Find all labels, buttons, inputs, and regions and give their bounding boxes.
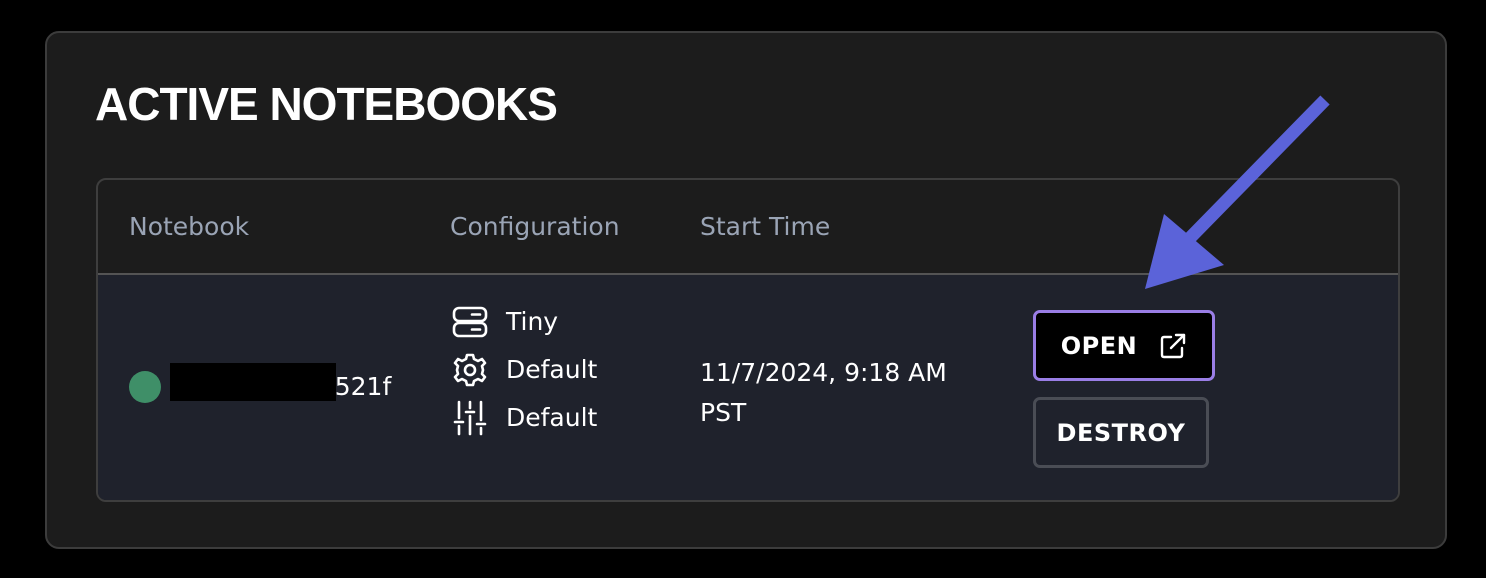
config-label: Tiny xyxy=(506,307,559,336)
config-label: Default xyxy=(506,355,598,384)
table-row: xxxxxxxxxxx521f Tiny xyxy=(98,275,1398,500)
config-environment: Default xyxy=(450,350,597,390)
column-header-notebook: Notebook xyxy=(129,212,250,241)
column-header-start-time: Start Time xyxy=(700,212,831,241)
column-header-configuration: Configuration xyxy=(450,212,620,241)
redaction-box xyxy=(170,363,336,401)
destroy-button[interactable]: DESTROY xyxy=(1033,397,1209,468)
status-indicator xyxy=(129,371,161,403)
annotation-arrow-icon xyxy=(1145,95,1330,289)
config-instance-size: Tiny xyxy=(450,302,558,342)
external-link-icon xyxy=(1161,333,1186,358)
open-button[interactable]: OPEN xyxy=(1033,310,1215,381)
destroy-button-label: DESTROY xyxy=(1056,418,1186,447)
start-time: 11/7/2024, 9:18 AM PST xyxy=(700,358,947,427)
config-label: Default xyxy=(506,403,598,432)
gear-icon xyxy=(453,353,487,387)
page-title: ACTIVE NOTEBOOKS xyxy=(95,78,558,130)
server-icon xyxy=(452,306,488,338)
open-button-label: OPEN xyxy=(1060,331,1138,360)
sliders-icon xyxy=(453,400,487,436)
config-settings: Default xyxy=(450,398,597,438)
